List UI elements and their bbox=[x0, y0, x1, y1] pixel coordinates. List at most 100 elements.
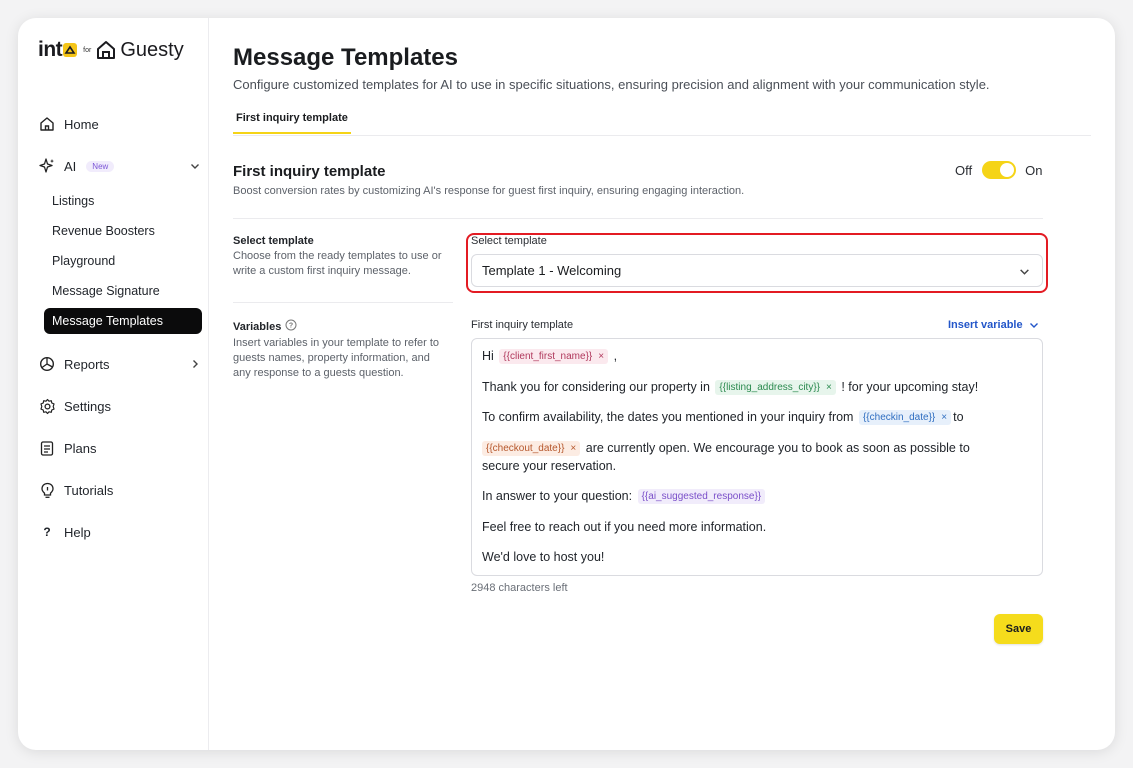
main-content: Message Templates Configure customized t… bbox=[208, 18, 1115, 750]
editor-line: Hi {{client_first_name}} × , bbox=[482, 349, 618, 365]
editor-line: {{checkout_date}} × are currently open. W… bbox=[482, 441, 970, 457]
select-template-heading: Select template bbox=[233, 235, 314, 247]
editor-text: In answer to your question: bbox=[482, 489, 633, 503]
select-template-field-label: Select template bbox=[471, 235, 547, 247]
characters-left-counter: 2948 characters left bbox=[471, 582, 568, 594]
sidebar: int for Guesty Home AI New Listings Reve… bbox=[18, 18, 209, 750]
insert-variable-label: Insert variable bbox=[948, 319, 1023, 331]
editor-text: To confirm availability, the dates you m… bbox=[482, 410, 854, 424]
variables-description: Insert variables in your template to ref… bbox=[233, 337, 440, 379]
editor-text: ! for your upcoming stay! bbox=[841, 380, 979, 394]
variable-chip[interactable]: {{client_first_name}} × bbox=[499, 349, 609, 365]
editor-text: to bbox=[953, 410, 964, 424]
gear-icon bbox=[38, 397, 56, 415]
editor-line: secure your reservation. bbox=[482, 459, 616, 473]
editor-text: , bbox=[613, 349, 618, 363]
nav-ai-label: AI bbox=[64, 158, 77, 174]
toggle-knob bbox=[1000, 163, 1015, 177]
variable-chip-label: {{ai_suggested_response}} bbox=[641, 491, 762, 503]
editor-text: Hi bbox=[482, 349, 494, 363]
chevron-down-icon[interactable] bbox=[190, 159, 200, 174]
into-logo-text: int bbox=[38, 38, 63, 61]
nav-settings[interactable]: Settings bbox=[38, 397, 111, 415]
nav-tutorials[interactable]: Tutorials bbox=[38, 481, 113, 499]
variable-chip-label: {{checkin_date}} bbox=[862, 412, 936, 424]
new-badge: New bbox=[86, 160, 115, 172]
editor-line: Feel free to reach out if you need more … bbox=[482, 520, 766, 534]
remove-chip-icon[interactable]: × bbox=[826, 382, 832, 393]
sidebar-item-listings[interactable]: Listings bbox=[44, 188, 202, 214]
remove-chip-icon[interactable]: × bbox=[598, 351, 604, 362]
guesty-logo: Guesty bbox=[96, 38, 184, 62]
sidebar-item-revenue-boosters[interactable]: Revenue Boosters bbox=[44, 218, 202, 244]
sidebar-item-message-templates[interactable]: Message Templates bbox=[44, 308, 202, 334]
editor-line: To confirm availability, the dates you m… bbox=[482, 410, 964, 426]
app-window: int for Guesty Home AI New Listings Reve… bbox=[18, 18, 1115, 750]
clipboard-icon bbox=[38, 439, 56, 457]
variable-chip[interactable]: {{checkin_date}} × bbox=[858, 410, 952, 426]
logo-for-text: for bbox=[83, 46, 92, 54]
sidebar-item-playground[interactable]: Playground bbox=[44, 248, 202, 274]
nav-help[interactable]: ? Help bbox=[38, 523, 91, 541]
question-icon: ? bbox=[43, 525, 51, 539]
info-icon[interactable]: ? bbox=[285, 319, 297, 334]
tab-first-inquiry-template[interactable]: First inquiry template bbox=[233, 110, 351, 134]
nav-home-label: Home bbox=[64, 116, 99, 132]
row-divider bbox=[233, 302, 453, 303]
lightbulb-icon bbox=[38, 481, 56, 499]
nav-settings-label: Settings bbox=[64, 398, 111, 414]
nav-ai[interactable]: AI New bbox=[38, 157, 200, 175]
variable-chip[interactable]: {{listing_address_city}} × bbox=[715, 380, 836, 396]
variable-chip-label: {{client_first_name}} bbox=[503, 351, 593, 363]
enable-toggle[interactable] bbox=[982, 161, 1017, 179]
variable-chip-label: {{checkout_date}} bbox=[486, 443, 565, 455]
nav-home[interactable]: Home bbox=[38, 115, 99, 133]
sparkle-icon bbox=[38, 157, 56, 175]
chevron-down-icon bbox=[1019, 265, 1030, 280]
nav-plans[interactable]: Plans bbox=[38, 439, 97, 457]
select-template-description: Choose from the ready templates to use o… bbox=[233, 250, 442, 277]
chevron-down-icon bbox=[1029, 323, 1038, 328]
editor-line: Thank you for considering our property i… bbox=[482, 380, 979, 396]
editor-text: secure your reservation. bbox=[482, 459, 617, 473]
guesty-logo-text: Guesty bbox=[120, 38, 184, 61]
pie-chart-icon bbox=[38, 355, 56, 373]
template-select-value: Template 1 - Welcoming bbox=[482, 263, 622, 278]
template-editor[interactable]: Hi {{client_first_name}} × , Thank you fo… bbox=[471, 338, 1043, 576]
variable-chip[interactable]: {{checkout_date}} × bbox=[482, 441, 581, 457]
svg-text:?: ? bbox=[289, 323, 293, 330]
brand-logo[interactable]: int for Guesty bbox=[38, 38, 184, 62]
editor-line: In answer to your question: {{ai_suggest… bbox=[482, 489, 767, 505]
variables-label: Variables bbox=[233, 320, 282, 333]
remove-chip-icon[interactable]: × bbox=[941, 412, 947, 423]
variables-heading: Variables ? bbox=[233, 319, 297, 334]
nav-plans-label: Plans bbox=[64, 440, 97, 456]
nav-reports[interactable]: Reports bbox=[38, 355, 198, 373]
editor-label: First inquiry template bbox=[471, 319, 574, 331]
variable-chip[interactable]: {{ai_suggested_response}} bbox=[637, 489, 766, 505]
tab-divider bbox=[233, 135, 1091, 136]
section-divider bbox=[233, 218, 1043, 219]
editor-line: We'd love to host you! bbox=[482, 550, 604, 564]
toggle-off-label: Off bbox=[955, 162, 973, 178]
remove-chip-icon[interactable]: × bbox=[570, 443, 576, 454]
template-select[interactable]: Template 1 - Welcoming bbox=[471, 254, 1043, 287]
variable-chip-label: {{listing_address_city}} bbox=[719, 382, 821, 394]
section-description: Boost conversion rates by customizing AI… bbox=[233, 185, 745, 197]
chevron-right-icon[interactable] bbox=[190, 357, 200, 372]
save-button[interactable]: Save bbox=[994, 614, 1043, 644]
into-logo: int bbox=[38, 38, 78, 62]
page-title: Message Templates bbox=[233, 44, 458, 71]
toggle-on-label: On bbox=[1025, 162, 1043, 178]
sidebar-item-message-signature[interactable]: Message Signature bbox=[44, 278, 202, 304]
nav-help-label: Help bbox=[64, 524, 91, 540]
home-icon bbox=[38, 115, 56, 133]
enable-toggle-group: Off On bbox=[955, 161, 1042, 179]
nav-tutorials-label: Tutorials bbox=[64, 482, 114, 498]
nav-reports-label: Reports bbox=[64, 356, 110, 372]
insert-variable-button[interactable]: Insert variable bbox=[948, 319, 1039, 331]
section-title: First inquiry template bbox=[233, 163, 386, 180]
editor-text: Thank you for considering our property i… bbox=[482, 380, 710, 394]
guesty-house-icon bbox=[97, 41, 116, 59]
editor-text: We'd love to host you! bbox=[482, 550, 605, 564]
